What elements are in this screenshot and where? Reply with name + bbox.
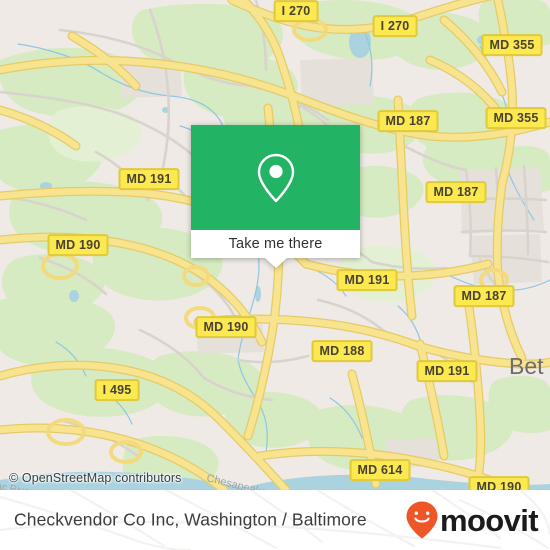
road-shield: MD 614 [349, 459, 411, 481]
road-shield: MD 191 [416, 360, 478, 382]
road-shield: MD 355 [481, 34, 543, 56]
popup-header [191, 125, 360, 230]
location-popup-card[interactable]: Take me there [191, 125, 360, 268]
road-shield: MD 190 [47, 234, 109, 256]
moovit-logo[interactable]: moovit [405, 500, 539, 540]
road-shield: MD 191 [336, 269, 398, 291]
road-shield: I 270 [372, 15, 418, 37]
map-pin-icon [257, 153, 294, 202]
road-shield: I 270 [273, 0, 319, 22]
road-shield: MD 191 [118, 168, 180, 190]
moovit-pin-icon [406, 501, 438, 539]
page-footer: Checkvendor Co Inc, Washington / Baltimo… [0, 490, 550, 550]
road-shield: MD 187 [425, 181, 487, 203]
popup-cta-label: Take me there [228, 236, 323, 252]
popup-cta[interactable]: Take me there [191, 230, 360, 258]
road-shield: MD 190 [468, 476, 530, 490]
road-shield: MD 355 [485, 107, 547, 129]
road-shield: MD 188 [311, 340, 373, 362]
popup-pointer [264, 258, 287, 268]
moovit-wordmark: moovit [439, 502, 539, 538]
road-shield: MD 187 [453, 285, 515, 307]
osm-attribution[interactable]: © OpenStreetMap contributors [9, 471, 182, 485]
road-shield: MD 190 [195, 316, 257, 338]
moovit-map-screenshot: Bet Chesapeake and Ohio ac River I 270I … [0, 0, 550, 550]
page-title: Checkvendor Co Inc, Washington / Baltimo… [14, 509, 367, 530]
road-shield: I 495 [94, 379, 140, 401]
road-shield: MD 187 [377, 110, 439, 132]
